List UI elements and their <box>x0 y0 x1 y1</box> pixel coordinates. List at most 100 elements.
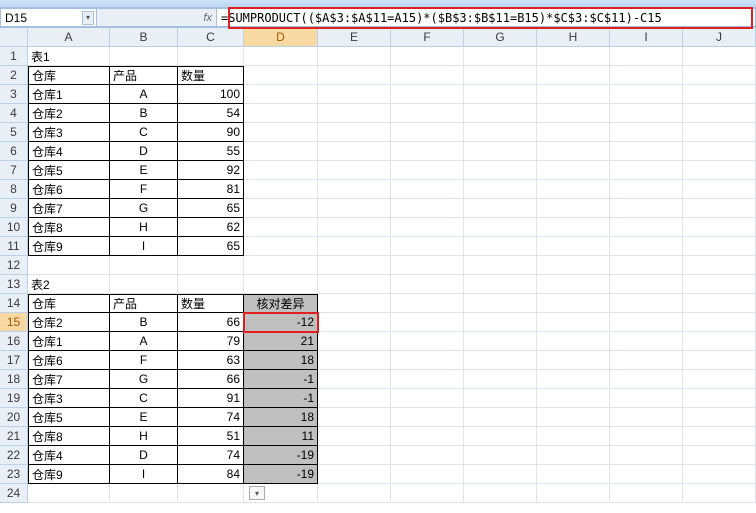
row-header-16[interactable]: 16 <box>0 332 28 351</box>
cell-G22[interactable] <box>464 446 537 465</box>
cell-H23[interactable] <box>537 465 610 484</box>
cell-B16[interactable]: A <box>110 332 178 351</box>
cell-D14[interactable]: 核对差异 <box>244 294 318 313</box>
row-header-13[interactable]: 13 <box>0 275 28 294</box>
cell-B10[interactable]: H <box>110 218 178 237</box>
cell-F23[interactable] <box>391 465 464 484</box>
cell-E9[interactable] <box>318 199 391 218</box>
cell-G14[interactable] <box>464 294 537 313</box>
cell-E22[interactable] <box>318 446 391 465</box>
spreadsheet-grid[interactable]: ABCDEFGHIJ1表12仓库产品数量3仓库1A1004仓库2B545仓库3C… <box>0 28 756 503</box>
cell-C5[interactable]: 90 <box>178 123 244 142</box>
cell-A17[interactable]: 仓库6 <box>28 351 110 370</box>
column-header-B[interactable]: B <box>110 28 178 47</box>
cell-B6[interactable]: D <box>110 142 178 161</box>
cell-B13[interactable] <box>110 275 178 294</box>
cell-D10[interactable] <box>244 218 318 237</box>
cell-H21[interactable] <box>537 427 610 446</box>
cell-J17[interactable] <box>683 351 756 370</box>
cell-E5[interactable] <box>318 123 391 142</box>
cell-J3[interactable] <box>683 85 756 104</box>
column-header-G[interactable]: G <box>464 28 537 47</box>
cell-E3[interactable] <box>318 85 391 104</box>
cell-C13[interactable] <box>178 275 244 294</box>
cell-A7[interactable]: 仓库5 <box>28 161 110 180</box>
cell-C14[interactable]: 数量 <box>178 294 244 313</box>
cell-J19[interactable] <box>683 389 756 408</box>
cell-B12[interactable] <box>110 256 178 275</box>
cell-H20[interactable] <box>537 408 610 427</box>
cell-J14[interactable] <box>683 294 756 313</box>
cell-F4[interactable] <box>391 104 464 123</box>
cell-D18[interactable]: -1 <box>244 370 318 389</box>
cell-I7[interactable] <box>610 161 683 180</box>
column-header-D[interactable]: D <box>244 28 318 47</box>
cell-J4[interactable] <box>683 104 756 123</box>
cell-I2[interactable] <box>610 66 683 85</box>
cell-A10[interactable]: 仓库8 <box>28 218 110 237</box>
cell-A9[interactable]: 仓库7 <box>28 199 110 218</box>
row-header-3[interactable]: 3 <box>0 85 28 104</box>
cell-E6[interactable] <box>318 142 391 161</box>
cell-D1[interactable] <box>244 47 318 66</box>
cell-F10[interactable] <box>391 218 464 237</box>
cell-C10[interactable]: 62 <box>178 218 244 237</box>
cell-J5[interactable] <box>683 123 756 142</box>
cell-C1[interactable] <box>178 47 244 66</box>
row-header-9[interactable]: 9 <box>0 199 28 218</box>
cell-D21[interactable]: 11 <box>244 427 318 446</box>
cell-B1[interactable] <box>110 47 178 66</box>
cell-B9[interactable]: G <box>110 199 178 218</box>
cell-G18[interactable] <box>464 370 537 389</box>
cell-I10[interactable] <box>610 218 683 237</box>
cell-A6[interactable]: 仓库4 <box>28 142 110 161</box>
cell-A8[interactable]: 仓库6 <box>28 180 110 199</box>
cell-I19[interactable] <box>610 389 683 408</box>
cell-E12[interactable] <box>318 256 391 275</box>
cell-E14[interactable] <box>318 294 391 313</box>
cell-D12[interactable] <box>244 256 318 275</box>
cell-F24[interactable] <box>391 484 464 503</box>
cell-A1[interactable]: 表1 <box>28 47 110 66</box>
cell-F15[interactable] <box>391 313 464 332</box>
cell-E19[interactable] <box>318 389 391 408</box>
cell-C18[interactable]: 66 <box>178 370 244 389</box>
cell-G19[interactable] <box>464 389 537 408</box>
cell-G16[interactable] <box>464 332 537 351</box>
cell-J20[interactable] <box>683 408 756 427</box>
row-header-10[interactable]: 10 <box>0 218 28 237</box>
cell-E7[interactable] <box>318 161 391 180</box>
cell-G7[interactable] <box>464 161 537 180</box>
cell-E24[interactable] <box>318 484 391 503</box>
cell-A14[interactable]: 仓库 <box>28 294 110 313</box>
cell-G17[interactable] <box>464 351 537 370</box>
cell-J23[interactable] <box>683 465 756 484</box>
cell-H7[interactable] <box>537 161 610 180</box>
cell-J2[interactable] <box>683 66 756 85</box>
cell-I9[interactable] <box>610 199 683 218</box>
cell-F20[interactable] <box>391 408 464 427</box>
cell-H15[interactable] <box>537 313 610 332</box>
cell-I15[interactable] <box>610 313 683 332</box>
cell-I12[interactable] <box>610 256 683 275</box>
cell-I23[interactable] <box>610 465 683 484</box>
cell-C11[interactable]: 65 <box>178 237 244 256</box>
cell-F1[interactable] <box>391 47 464 66</box>
cell-D23[interactable]: -19 <box>244 465 318 484</box>
cell-G21[interactable] <box>464 427 537 446</box>
cell-A5[interactable]: 仓库3 <box>28 123 110 142</box>
row-header-23[interactable]: 23 <box>0 465 28 484</box>
cell-H12[interactable] <box>537 256 610 275</box>
cell-I3[interactable] <box>610 85 683 104</box>
row-header-1[interactable]: 1 <box>0 47 28 66</box>
cell-I22[interactable] <box>610 446 683 465</box>
cell-C19[interactable]: 91 <box>178 389 244 408</box>
cell-I14[interactable] <box>610 294 683 313</box>
cell-H3[interactable] <box>537 85 610 104</box>
cell-E17[interactable] <box>318 351 391 370</box>
cell-G12[interactable] <box>464 256 537 275</box>
column-header-C[interactable]: C <box>178 28 244 47</box>
cell-B24[interactable] <box>110 484 178 503</box>
cell-J16[interactable] <box>683 332 756 351</box>
cell-E20[interactable] <box>318 408 391 427</box>
